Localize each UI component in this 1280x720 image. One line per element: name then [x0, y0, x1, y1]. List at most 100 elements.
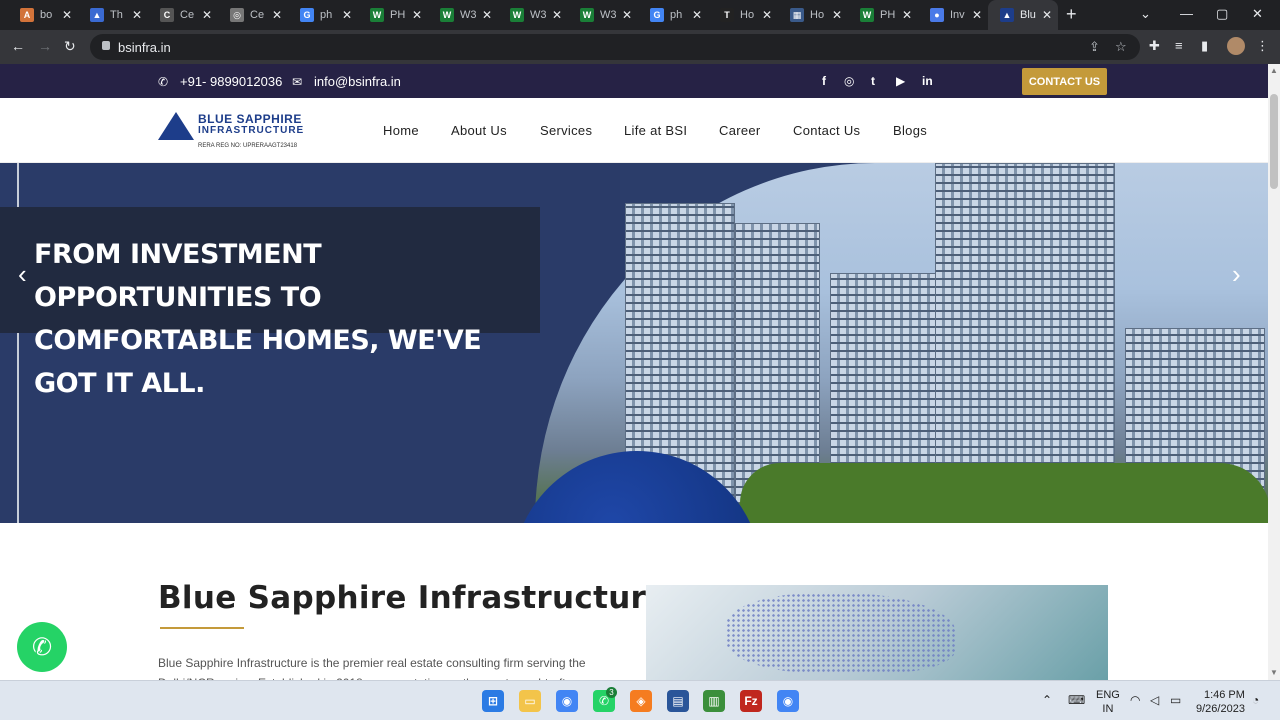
browser-tab[interactable]: T Ho ✕ — [708, 0, 778, 30]
tab-favicon-icon: T — [720, 8, 734, 22]
browser-tab[interactable]: W W3 ✕ — [428, 0, 498, 30]
chrome-alt-icon[interactable]: ◉ — [777, 690, 799, 712]
tab-close-icon[interactable]: ✕ — [482, 8, 492, 22]
browser-tab[interactable]: Abo ✕ — [8, 0, 78, 30]
browser-tab[interactable]: W W3 ✕ — [568, 0, 638, 30]
nav-services[interactable]: Services — [540, 123, 592, 138]
maximize-button[interactable]: ▢ — [1216, 6, 1228, 22]
site-logo[interactable]: BLUE SAPPHIRE INFRASTRUCTURE RERA REG NO… — [158, 112, 308, 152]
browser-tab[interactable]: ▲ Th ✕ — [78, 0, 148, 30]
tab-favicon-icon: ◎ — [230, 8, 244, 22]
logo-triangle-icon — [158, 112, 194, 140]
browser-tab[interactable]: W W3 ✕ — [498, 0, 568, 30]
facebook-icon[interactable]: f — [822, 74, 826, 88]
browser-tab[interactable]: W PH ✕ — [358, 0, 428, 30]
tray-chevron-icon[interactable]: ⌃ — [1042, 693, 1052, 707]
omnibox[interactable]: bsinfra.in ⇪ ☆ — [90, 34, 1140, 60]
page-scrollbar[interactable]: ▲ ▼ — [1268, 64, 1280, 680]
slider-prev-icon[interactable]: ‹ — [18, 259, 27, 290]
nav-about-us[interactable]: About Us — [451, 123, 507, 138]
browser-tab[interactable]: ● Inv ✕ — [918, 0, 988, 30]
twitter-icon[interactable]: t — [871, 74, 875, 88]
media-icon[interactable]: ≡ — [1175, 38, 1183, 53]
clock[interactable]: 1:46 PM 9/26/2023 — [1196, 688, 1245, 716]
rera-number: RERA REG NO: UPRERAAGT23418 — [198, 143, 298, 149]
whatsapp-chat-button[interactable]: ✆ — [17, 622, 67, 672]
tab-close-icon[interactable]: ✕ — [132, 8, 142, 22]
tab-close-icon[interactable]: ✕ — [342, 8, 352, 22]
tab-title: PH — [880, 9, 896, 21]
keyboard-icon[interactable]: ⌨ — [1068, 693, 1085, 707]
scroll-thumb[interactable] — [1270, 94, 1278, 189]
tab-close-icon[interactable]: ✕ — [412, 8, 422, 22]
tab-close-icon[interactable]: ✕ — [62, 8, 72, 22]
notification-icon[interactable]: ◔ — [1252, 693, 1259, 707]
tab-close-icon[interactable]: ✕ — [202, 8, 212, 22]
slider-next-icon[interactable]: › — [1232, 259, 1241, 290]
nav-blogs[interactable]: Blogs — [893, 123, 927, 138]
minimize-button[interactable]: — — [1180, 6, 1193, 21]
extensions-icon[interactable]: ✚ — [1149, 38, 1160, 54]
tab-favicon-icon: G — [300, 8, 314, 22]
tab-close-icon[interactable]: ✕ — [622, 8, 632, 22]
tab-close-icon[interactable]: ✕ — [1042, 8, 1052, 22]
tab-close-icon[interactable]: ✕ — [692, 8, 702, 22]
chrome-taskbar-icon[interactable]: ◉ — [556, 690, 578, 712]
app-icon-blue[interactable]: ▤ — [667, 690, 689, 712]
share-icon[interactable]: ⇪ — [1089, 39, 1100, 55]
browser-tab[interactable]: ◎ Ce ✕ — [218, 0, 288, 30]
tab-favicon-icon: G — [650, 8, 664, 22]
tab-close-icon[interactable]: ✕ — [832, 8, 842, 22]
contact-us-button[interactable]: CONTACT US — [1022, 68, 1107, 95]
tab-search-icon[interactable]: ⌄ — [1140, 6, 1151, 22]
url-text[interactable]: bsinfra.in — [118, 40, 171, 55]
tab-favicon-icon: W — [580, 8, 594, 22]
scroll-up-icon[interactable]: ▲ — [1270, 66, 1278, 75]
email-link[interactable]: ✉ info@bsinfra.in — [292, 74, 401, 89]
browser-tab[interactable]: Gph ✕ — [288, 0, 358, 30]
scroll-down-icon[interactable]: ▼ — [1270, 668, 1278, 677]
app-icon-green[interactable]: ▥ — [703, 690, 725, 712]
filezilla-icon[interactable]: Fz — [740, 690, 762, 712]
browser-tab[interactable]: W PH ✕ — [848, 0, 918, 30]
file-explorer-icon[interactable]: ▭ — [519, 690, 541, 712]
wifi-icon[interactable]: ◠ — [1130, 693, 1140, 707]
profile-avatar[interactable] — [1227, 37, 1245, 55]
browser-tab[interactable]: C Ce ✕ — [148, 0, 218, 30]
tab-close-icon[interactable]: ✕ — [272, 8, 282, 22]
back-icon[interactable]: ← — [11, 38, 25, 54]
whatsapp-icon: ✆ — [31, 633, 53, 661]
new-tab-button[interactable]: + — [1066, 4, 1077, 25]
phone-link[interactable]: ✆ +91- 9899012036 — [158, 74, 282, 89]
about-paragraph: Blue Sapphire Infrastructure is the prem… — [158, 656, 586, 681]
youtube-icon[interactable]: ▶ — [896, 74, 905, 88]
phone-number: +91- 9899012036 — [180, 74, 283, 89]
side-panel-icon[interactable]: ▮ — [1201, 38, 1208, 54]
menu-icon[interactable]: ⋮ — [1256, 38, 1269, 54]
instagram-icon[interactable]: ◎ — [844, 74, 854, 88]
tab-close-icon[interactable]: ✕ — [972, 8, 982, 22]
start-icon[interactable]: ⊞ — [482, 690, 504, 712]
volume-icon[interactable]: ◁ — [1150, 693, 1159, 707]
forward-icon[interactable]: → — [38, 38, 52, 54]
tab-close-icon[interactable]: ✕ — [762, 8, 772, 22]
reload-icon[interactable]: ↻ — [64, 38, 76, 55]
close-window-button[interactable]: ✕ — [1252, 6, 1263, 22]
browser-tab[interactable]: ▦ Ho ✕ — [778, 0, 848, 30]
battery-icon[interactable]: ▭ — [1170, 693, 1181, 707]
browser-tab[interactable]: ▲ Blu ✕ — [988, 0, 1058, 30]
nav-life-at-bsi[interactable]: Life at BSI — [624, 123, 687, 138]
nav-contact-us[interactable]: Contact Us — [793, 123, 860, 138]
nav-home[interactable]: Home — [383, 123, 419, 138]
tab-close-icon[interactable]: ✕ — [902, 8, 912, 22]
browser-tab[interactable]: Gph ✕ — [638, 0, 708, 30]
language-indicator[interactable]: ENG IN — [1096, 688, 1120, 716]
tab-title: Ho — [740, 9, 755, 21]
bookmark-star-icon[interactable]: ☆ — [1115, 39, 1127, 55]
tab-close-icon[interactable]: ✕ — [552, 8, 562, 22]
app-icon-orange[interactable]: ◈ — [630, 690, 652, 712]
nav-career[interactable]: Career — [719, 123, 761, 138]
mail-icon: ✉ — [292, 74, 303, 89]
tab-title: Inv — [950, 9, 965, 21]
linkedin-icon[interactable]: in — [922, 74, 933, 88]
